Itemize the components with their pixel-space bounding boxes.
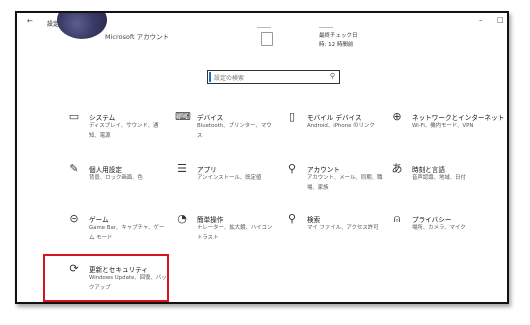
settings-tile-3[interactable]: ⊕ ネットワークとインターネット Wi-Fi、機内モード、VPN (390, 110, 504, 156)
settings-tile-description: 背景、ロック画面、色 (89, 175, 143, 181)
divider (319, 27, 333, 28)
search-icon[interactable]: ⚲ (330, 72, 335, 80)
settings-tile-description: Game Bar、キャプチャ、ゲーム モード (89, 225, 165, 241)
settings-tile-name: 簡単操作 (197, 216, 224, 224)
settings-tile-name: 時刻と言語 (412, 166, 445, 174)
settings-tile-name: 検索 (307, 216, 321, 224)
settings-tile-description: マイ ファイル、アクセス許可 (307, 225, 379, 231)
microsoft-account-link[interactable]: Microsoft アカウント (105, 31, 169, 41)
settings-tile-name: プライバシー (412, 216, 452, 224)
settings-tile-10[interactable]: ⚲ 検索 マイ ファイル、アクセス許可 (285, 213, 390, 258)
settings-tile-description: Wi-Fi、機内モード、VPN (412, 123, 474, 129)
settings-tile-name: 個人用設定 (89, 166, 122, 174)
settings-tile-6[interactable]: ⚲ アカウント アカウント、メール、同期、職場、家族 (285, 163, 390, 208)
settings-window: ← 設定 – □ Microsoft アカウント 最終チェック日 時: 12 時… (15, 11, 509, 304)
person-icon: ⚲ (287, 162, 297, 175)
ease-of-access-icon: ◔ (177, 212, 187, 225)
settings-tile-8[interactable]: ⊝ ゲーム Game Bar、キャプチャ、ゲーム モード (67, 213, 172, 258)
settings-tile-0[interactable]: ▭ システム ディスプレイ、サウンド、通知、電源 (67, 111, 172, 156)
sync-icon (261, 32, 273, 46)
settings-tile-2[interactable]: ▯ モバイル デバイス Android、iPhone のリンク (285, 111, 390, 156)
settings-tile-4[interactable]: ✎ 個人用設定 背景、ロック画面、色 (67, 163, 172, 208)
settings-tile-description: ナレーター、拡大鏡、ハイコントラスト (197, 225, 273, 241)
laptop-icon: ▭ (68, 110, 80, 123)
keyboard-icon: ⌨ (175, 110, 191, 123)
text-cursor (209, 72, 211, 82)
settings-tile-description: Bluetooth、プリンター、マウス (197, 123, 272, 139)
settings-tile-11[interactable]: ⍝ プライバシー 場所、カメラ、マイク (390, 213, 495, 258)
maximize-button[interactable]: □ (497, 16, 504, 24)
search-placeholder: 設定の検索 (214, 75, 245, 82)
settings-tile-description: ディスプレイ、サウンド、通知、電源 (89, 123, 159, 139)
settings-tile-name: モバイル デバイス (307, 114, 362, 122)
settings-tile-9[interactable]: ◔ 簡単操作 ナレーター、拡大鏡、ハイコントラスト (175, 213, 280, 258)
search-icon: ⚲ (287, 212, 297, 225)
settings-tile-description: Android、iPhone のリンク (307, 123, 375, 129)
settings-tile-name: システム (89, 114, 116, 122)
settings-tile-1[interactable]: ⌨ デバイス Bluetooth、プリンター、マウス (175, 111, 280, 156)
settings-tile-name: アカウント (307, 166, 340, 174)
sync-status: 最終チェック日 時: 12 時間前 (319, 32, 358, 50)
language-icon: あ (391, 162, 403, 175)
divider (257, 27, 271, 28)
settings-tile-name: アプリ (197, 166, 217, 174)
minimize-button[interactable]: – (479, 16, 483, 24)
paint-icon: ✎ (69, 162, 79, 175)
lock-icon: ⍝ (393, 212, 401, 225)
settings-tile-description: 音声認識、地域、日付 (412, 175, 466, 181)
settings-tile-description: アカウント、メール、同期、職場、家族 (307, 175, 383, 191)
settings-tile-description: アンインストール、既定値 (197, 175, 262, 181)
avatar[interactable] (57, 13, 107, 39)
globe-icon: ⊕ (392, 110, 402, 123)
gamepad-icon: ⊝ (69, 212, 79, 225)
settings-tile-5[interactable]: ☰ アプリ アンインストール、既定値 (175, 163, 280, 208)
update-security-highlight (43, 254, 169, 302)
sync-status-line1: 最終チェック日 (319, 33, 358, 39)
settings-tile-name: ネットワークとインターネット (412, 114, 505, 122)
settings-tile-7[interactable]: あ 時刻と言語 音声認識、地域、日付 (390, 163, 495, 208)
settings-tile-name: ゲーム (89, 216, 109, 224)
apps-list-icon: ☰ (177, 162, 187, 175)
search-input[interactable]: 設定の検索 ⚲ (207, 70, 340, 84)
settings-tile-name: デバイス (197, 114, 224, 122)
back-arrow-icon[interactable]: ← (27, 17, 33, 25)
settings-tile-description: 場所、カメラ、マイク (412, 225, 466, 231)
phone-icon: ▯ (288, 110, 296, 123)
sync-status-line2: 時: 12 時間前 (319, 42, 354, 48)
